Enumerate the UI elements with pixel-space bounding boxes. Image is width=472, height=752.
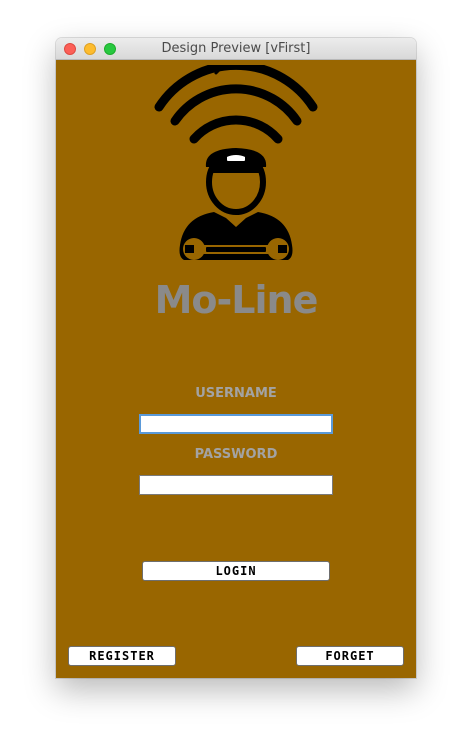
username-input[interactable] [139,414,333,434]
password-input[interactable] [139,475,333,495]
window-title: Design Preview [vFirst] [161,41,311,56]
username-label: USERNAME [195,386,277,401]
app-name: Mo-Line [154,278,319,322]
password-label: PASSWORD [194,447,278,462]
login-panel: Mo-Line USERNAME PASSWORD LOGIN REGISTER… [56,60,416,678]
window-titlebar[interactable]: Design Preview [vFirst] [56,38,416,60]
mechanic-wifi-icon [154,65,318,260]
app-window: Design Preview [vFirst] Mo-Line USERNAME… [56,38,416,678]
register-button[interactable]: REGISTER [68,646,176,666]
forget-password-button[interactable]: FORGET [296,646,404,666]
login-button[interactable]: LOGIN [142,561,330,581]
